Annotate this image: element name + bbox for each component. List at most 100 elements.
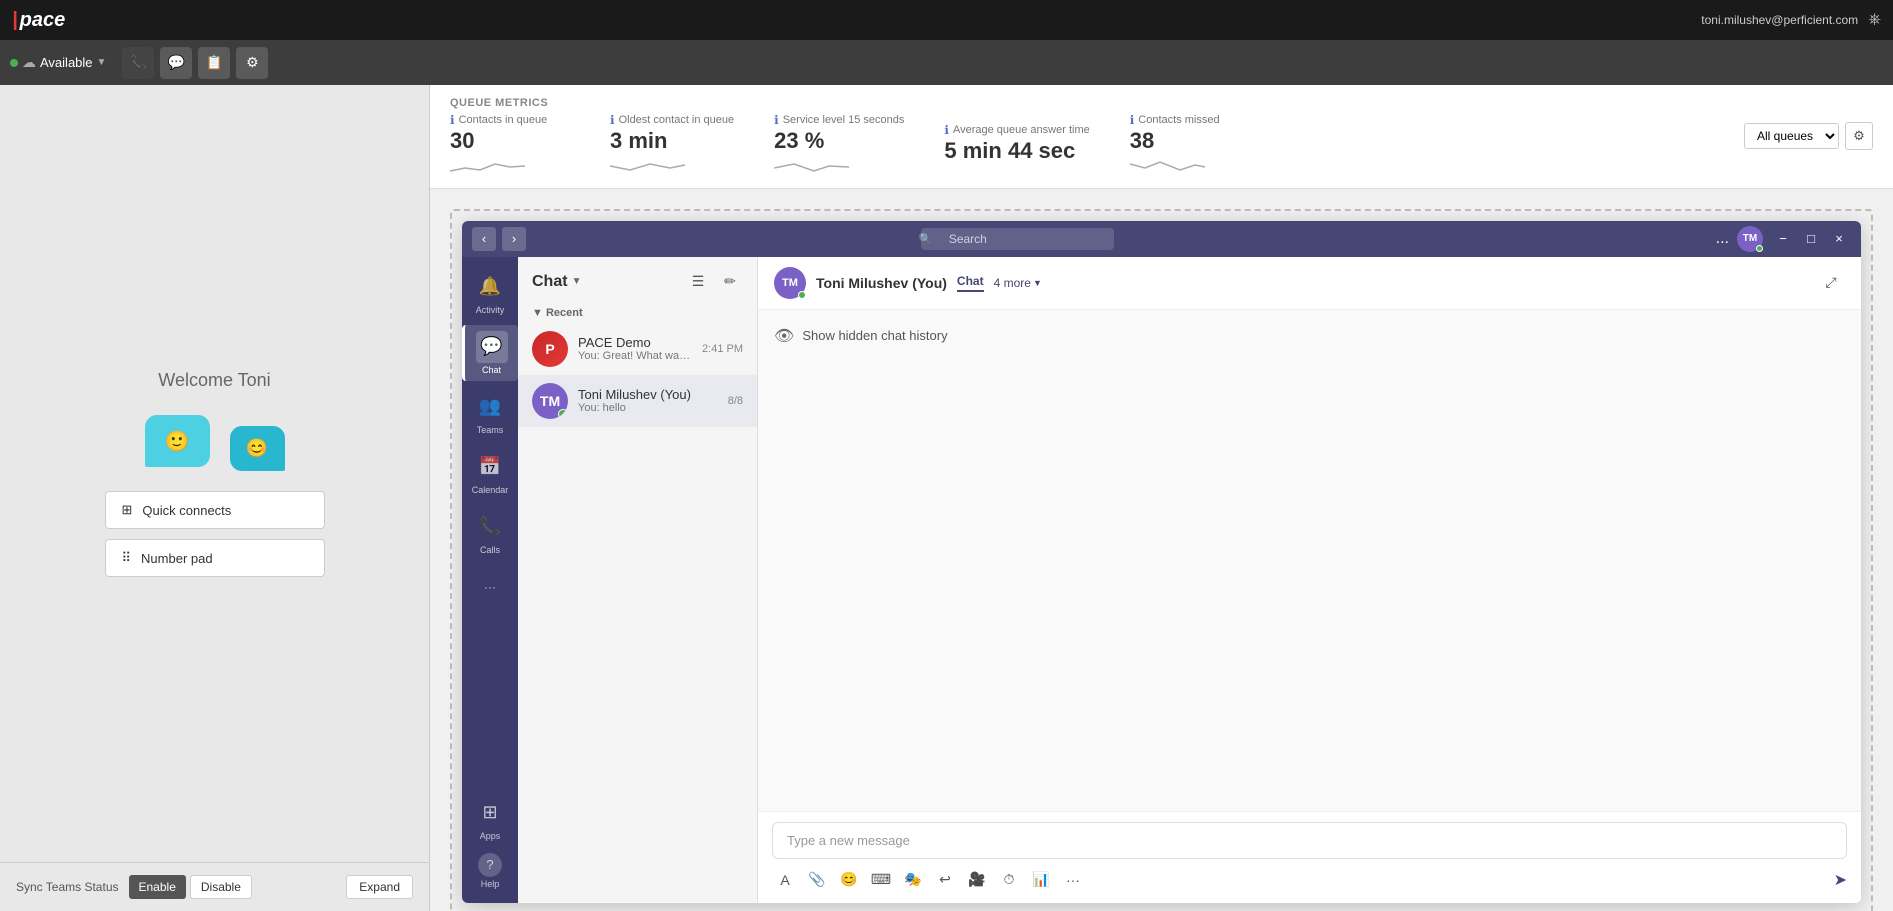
enable-button[interactable]: Enable (129, 875, 186, 899)
top-nav: |pace toni.milushev@perficient.com ⎈ (0, 0, 1893, 40)
info-icon-4: ℹ (944, 123, 949, 137)
maximize-button[interactable]: □ (1799, 227, 1823, 251)
chat-compose-button[interactable]: ✏ (717, 269, 743, 295)
metric-label-oldest: Oldest contact in queue (619, 114, 735, 126)
queue-metrics-left: QUEUE METRICS ℹ Contacts in queue 30 (450, 97, 1250, 176)
queue-settings-button[interactable]: ⚙ (1845, 122, 1873, 150)
sidebar-item-apps[interactable]: ⊞ Apps (474, 791, 506, 847)
numpad-icon: ⠿ (122, 550, 132, 566)
minimize-button[interactable]: − (1771, 227, 1795, 251)
sidebar-item-help[interactable]: ? Help (474, 847, 506, 895)
gif-button[interactable]: ⌨ (868, 867, 894, 893)
toolbar-icons: 📞 💬 📋 ⚙ (122, 47, 268, 79)
expand-chat-button[interactable]: ⤢ (1817, 269, 1845, 297)
sync-section: Sync Teams Status Enable Disable (16, 875, 252, 899)
more-chevron-icon: ▼ (1033, 278, 1042, 288)
recipient-online-dot (798, 291, 806, 299)
chat-toolbar-button[interactable]: 💬 (160, 47, 192, 79)
sticker-button[interactable]: 🎭 (900, 867, 926, 893)
settings-toolbar-button[interactable]: ⚙ (236, 47, 268, 79)
quick-connects-button[interactable]: ⊞ Quick connects (105, 491, 325, 529)
sidebar-item-chat[interactable]: 💬 Chat (462, 325, 518, 381)
expand-button[interactable]: Expand (346, 875, 413, 899)
toni-avatar: TM (532, 383, 568, 419)
chat-bubble-1: 🙂 (145, 415, 210, 467)
teams-titlebar-right: ... TM − □ × (1716, 226, 1851, 252)
message-placeholder-text[interactable]: Type a new message (772, 822, 1847, 859)
record-button[interactable]: ⏱ (996, 867, 1022, 893)
activity-icon: 🔔 (474, 271, 506, 303)
chat-list-item-pace[interactable]: P PACE Demo You: Great! What was it? 2:4… (518, 323, 757, 375)
loop-button[interactable]: ↩ (932, 867, 958, 893)
toni-preview: You: hello (578, 402, 718, 414)
calls-icon: 📞 (474, 511, 506, 543)
hidden-history-row[interactable]: 👁 Show hidden chat history (774, 326, 1845, 346)
teams-avatar[interactable]: TM (1737, 226, 1763, 252)
info-icon-3: ℹ (774, 113, 779, 127)
help-icon: ? (478, 853, 502, 877)
logout-icon[interactable]: ⎈ (1868, 11, 1881, 29)
attach-button[interactable]: 📎 (804, 867, 830, 893)
chat-more-button[interactable]: 4 more ▼ (994, 276, 1042, 290)
teams-more-button[interactable]: ... (1716, 230, 1729, 248)
chat-list-item-toni[interactable]: TM Toni Milushev (You) You: hello 8/8 (518, 375, 757, 427)
sidebar-label-calls: Calls (480, 545, 500, 555)
chat-filter-button[interactable]: ☰ (685, 269, 711, 295)
metric-oldest-contact: ℹ Oldest contact in queue 3 min (610, 113, 734, 176)
teams-forward-button[interactable]: › (502, 227, 526, 251)
left-panel: Welcome Toni 🙂 😊 ⊞ Quick conn (0, 85, 430, 911)
calendar-icon: 📅 (474, 451, 506, 483)
cloud-icon: ☁ (22, 54, 36, 71)
teams-back-button[interactable]: ‹ (472, 227, 496, 251)
chevron-down-icon[interactable]: ▼ (97, 57, 107, 68)
status-label: Available (40, 55, 93, 70)
send-button[interactable]: ➤ (1834, 870, 1847, 890)
metric-value-missed: 38 (1130, 127, 1154, 156)
close-button[interactable]: × (1827, 227, 1851, 251)
sparkline-service (774, 156, 854, 176)
teams-area: ‹ › 🔍 ... TM (430, 189, 1893, 911)
sidebar-label-chat: Chat (482, 365, 501, 375)
sidebar-item-more[interactable]: ··· (462, 565, 518, 609)
sidebar-item-activity[interactable]: 🔔 Activity (462, 265, 518, 321)
format-button[interactable]: A (772, 867, 798, 893)
dashed-border: ‹ › 🔍 ... TM (450, 209, 1873, 911)
chat-title-chevron-icon: ▼ (572, 276, 582, 287)
status-button[interactable]: Available (40, 55, 93, 70)
whiteboard-button[interactable]: 📊 (1028, 867, 1054, 893)
metric-contacts-in-queue: ℹ Contacts in queue 30 (450, 113, 570, 176)
more-tools-button[interactable]: ··· (1060, 867, 1086, 893)
number-pad-label: Number pad (141, 551, 213, 566)
sparkline-contacts (450, 156, 530, 176)
sidebar-item-calls[interactable]: 📞 Calls (462, 505, 518, 561)
disable-button[interactable]: Disable (190, 875, 252, 899)
logo-accent: | (12, 9, 18, 32)
queue-filter: All queues ⚙ (1744, 122, 1873, 150)
emoji-button[interactable]: 😊 (836, 867, 862, 893)
recipient-avatar: TM (774, 267, 806, 299)
sidebar-item-calendar[interactable]: 📅 Calendar (462, 445, 518, 501)
teams-sidebar: 🔔 Activity 💬 Chat 👥 Teams (462, 257, 518, 903)
tasks-toolbar-button[interactable]: 📋 (198, 47, 230, 79)
toni-name: Toni Milushev (You) (578, 387, 718, 402)
teams-main-header: TM Toni Milushev (You) Chat 4 more ▼ (758, 257, 1861, 310)
number-pad-button[interactable]: ⠿ Number pad (105, 539, 325, 577)
teams-window-buttons: − □ × (1771, 227, 1851, 251)
sidebar-item-teams[interactable]: 👥 Teams (462, 385, 518, 441)
sidebar-label-help: Help (481, 879, 500, 889)
chat-tab[interactable]: Chat (957, 274, 984, 292)
phone-toolbar-button[interactable]: 📞 (122, 47, 154, 79)
top-nav-right: toni.milushev@perficient.com ⎈ (1701, 11, 1881, 29)
teams-chat-body: 👁 Show hidden chat history (758, 310, 1861, 811)
metric-value-contacts: 30 (450, 127, 474, 156)
queue-select[interactable]: All queues (1744, 123, 1839, 149)
pace-demo-name: PACE Demo (578, 335, 692, 350)
metric-label-service: Service level 15 seconds (783, 114, 905, 126)
apps-icon: ⊞ (474, 797, 506, 829)
teams-search-input[interactable] (921, 228, 1114, 250)
metrics-row: ℹ Contacts in queue 30 ℹ Oldest contact … (450, 113, 1250, 176)
teams-titlebar: ‹ › 🔍 ... TM (462, 221, 1861, 257)
sync-label: Sync Teams Status (16, 880, 119, 894)
meet-button[interactable]: 🎥 (964, 867, 990, 893)
toni-online-indicator (558, 409, 568, 419)
